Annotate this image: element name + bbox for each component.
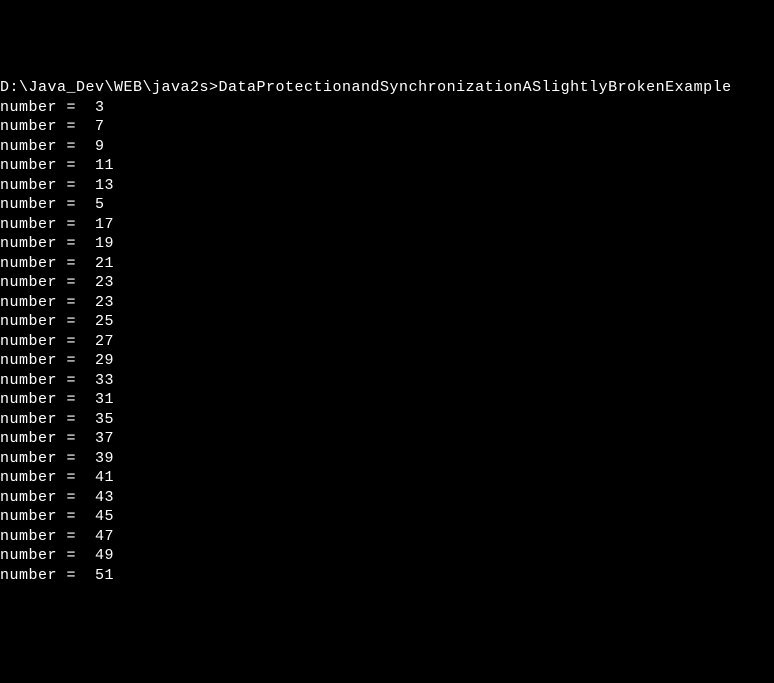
output-line: number = 51 [0,566,774,586]
output-line: number = 23 [0,273,774,293]
output-line: number = 29 [0,351,774,371]
output-line: number = 31 [0,390,774,410]
output-line: number = 7 [0,117,774,137]
command-prompt-line: D:\Java_Dev\WEB\java2s>DataProtectionand… [0,78,774,98]
output-line: number = 49 [0,546,774,566]
output-line: number = 37 [0,429,774,449]
output-line: number = 33 [0,371,774,391]
output-line: number = 41 [0,468,774,488]
output-line: number = 47 [0,527,774,547]
output-line: number = 43 [0,488,774,508]
output-line: number = 39 [0,449,774,469]
output-line: number = 5 [0,195,774,215]
output-line: number = 11 [0,156,774,176]
output-line: number = 23 [0,293,774,313]
output-line: number = 35 [0,410,774,430]
output-line: number = 17 [0,215,774,235]
output-line: number = 9 [0,137,774,157]
output-line: number = 25 [0,312,774,332]
output-line: number = 45 [0,507,774,527]
output-line: number = 21 [0,254,774,274]
output-line: number = 3 [0,98,774,118]
output-line: number = 13 [0,176,774,196]
output-line: number = 19 [0,234,774,254]
output-line: number = 27 [0,332,774,352]
